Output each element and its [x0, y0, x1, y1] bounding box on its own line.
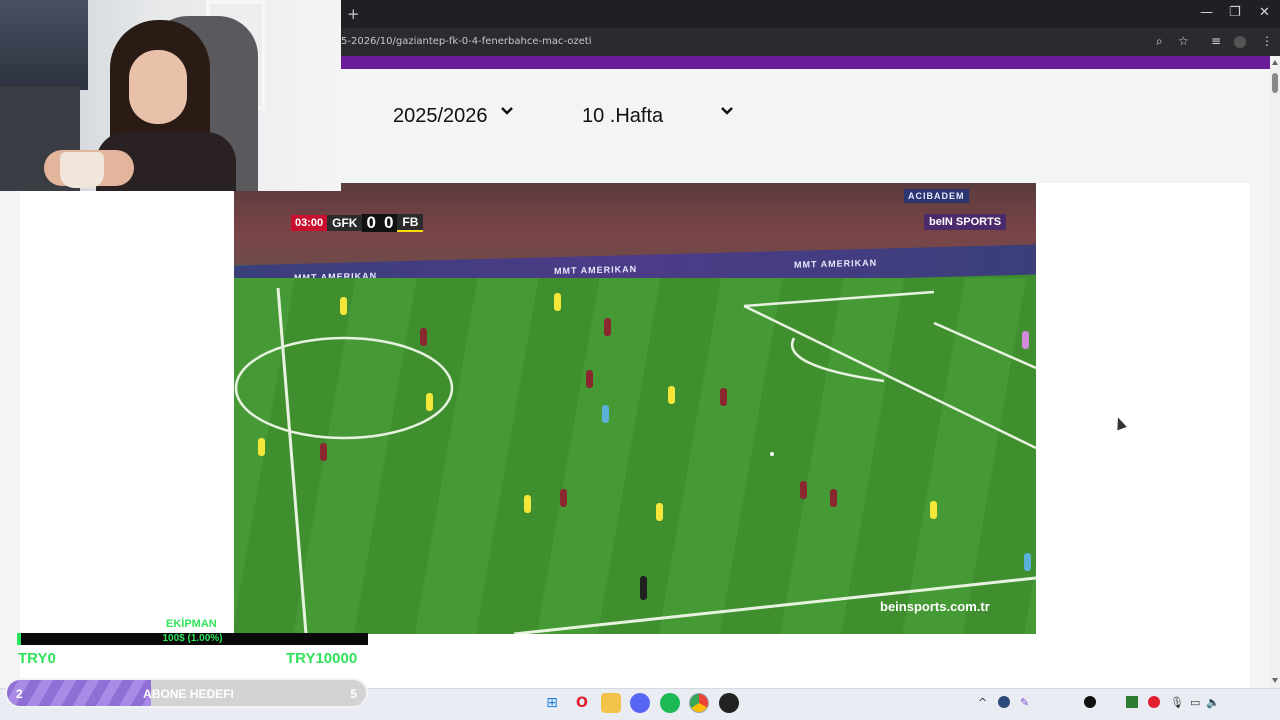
- scroll-down-arrow-icon[interactable]: [1272, 678, 1278, 683]
- player: [586, 370, 593, 388]
- file-explorer-icon[interactable]: [601, 693, 621, 713]
- match-highlight-video[interactable]: MMT AMERIKAN MMT AMERIKAN MMT AMERIKAN A…: [234, 183, 1036, 634]
- coffee-mug: [60, 152, 104, 188]
- streamer-face: [129, 50, 187, 124]
- player: [604, 318, 611, 336]
- chrome-icon[interactable]: [689, 693, 709, 713]
- player: [320, 443, 327, 461]
- player: [800, 481, 807, 499]
- ad-board-text: MMT AMERIKAN: [794, 257, 878, 270]
- player: [258, 438, 265, 456]
- subscriber-goal-target: 5: [350, 687, 357, 701]
- record-icon[interactable]: [1148, 696, 1160, 708]
- season-select[interactable]: 2025/2026: [393, 105, 488, 128]
- match-clock: 03:00: [291, 215, 328, 231]
- ad-board-text: MMT AMERIKAN: [554, 263, 638, 277]
- scroll-thumb[interactable]: [1272, 73, 1278, 93]
- zoom-icon[interactable]: ⌕: [1156, 34, 1163, 49]
- coach: [640, 576, 647, 600]
- broadcaster-url: beinsports.com.tr: [880, 599, 990, 614]
- week-select[interactable]: 10 .Hafta: [582, 105, 663, 128]
- player: [554, 293, 561, 311]
- ball: [770, 452, 774, 456]
- streamer-webcam: [0, 0, 341, 191]
- football-pitch: [234, 278, 1036, 634]
- away-team-label: FB: [397, 214, 424, 232]
- address-bar[interactable]: 5-2026/10/gaziantep-fk-0-4-fenerbahce-ma…: [341, 36, 591, 47]
- tray-app-icon[interactable]: [1084, 696, 1096, 708]
- minimize-button[interactable]: —: [1200, 5, 1213, 20]
- steam-icon[interactable]: [998, 696, 1010, 708]
- player: [830, 489, 837, 507]
- home-team-label: GFK: [327, 215, 363, 231]
- opera-icon[interactable]: O: [572, 693, 592, 713]
- equipment-goal-max: TRY10000: [286, 650, 358, 667]
- player: [524, 495, 531, 513]
- equipment-goal-progress: 100$ (1.00%): [162, 633, 223, 644]
- referee: [602, 405, 609, 423]
- player: [560, 489, 567, 507]
- equipment-goal-label: EKİPMAN: [166, 618, 217, 630]
- chevron-down-icon[interactable]: [720, 104, 734, 118]
- obs-icon[interactable]: [719, 693, 739, 713]
- home-score: 0: [362, 214, 380, 232]
- player: [420, 328, 427, 346]
- player: [656, 503, 663, 521]
- scoreboard: 03:00 GFK 0 0 FB: [291, 214, 424, 232]
- equipment-goal-min: TRY0: [18, 650, 56, 667]
- network-icon[interactable]: ▭: [1190, 696, 1200, 709]
- equipment-goal-bar: 100$ (1.00%): [17, 633, 368, 645]
- spotify-icon[interactable]: [660, 693, 680, 713]
- player: [668, 386, 675, 404]
- discord-icon[interactable]: [630, 693, 650, 713]
- subscriber-goal-bar: ABONE HEDEFI 2 5: [5, 678, 368, 708]
- tray-expand-icon[interactable]: ^: [978, 696, 987, 709]
- player: [340, 297, 347, 315]
- broadcaster-logo: beIN SPORTS: [924, 214, 1007, 230]
- subscriber-goal-title: ABONE HEDEFI: [143, 687, 234, 701]
- new-tab-button[interactable]: +: [347, 5, 360, 23]
- profile-avatar[interactable]: [1234, 36, 1246, 48]
- site-header-strip: [341, 56, 1280, 69]
- assistant-referee: [1024, 553, 1031, 571]
- nvidia-icon[interactable]: [1126, 696, 1138, 708]
- away-score: 0: [379, 214, 398, 232]
- page-scrollbar[interactable]: [1270, 56, 1280, 688]
- restore-button[interactable]: ❐: [1229, 5, 1241, 20]
- player: [426, 393, 433, 411]
- media-controls-icon[interactable]: ≡: [1211, 34, 1221, 48]
- goalkeeper: [1022, 331, 1029, 349]
- chevron-down-icon[interactable]: [500, 104, 514, 118]
- volume-icon[interactable]: 🔈: [1206, 696, 1220, 709]
- pitch-markings: [234, 287, 1036, 634]
- pen-icon[interactable]: ✎: [1020, 696, 1029, 709]
- close-window-button[interactable]: ✕: [1259, 5, 1270, 20]
- windows-icon[interactable]: ⊞: [542, 693, 562, 713]
- player: [720, 388, 727, 406]
- screen: + — ❐ ✕ 5-2026/10/gaziantep-fk-0-4-fener…: [0, 0, 1280, 720]
- stadium-sponsor-sign: ACIBADEM: [904, 189, 969, 203]
- player: [930, 501, 937, 519]
- subscriber-goal-current: 2: [16, 687, 23, 701]
- scroll-up-arrow-icon[interactable]: [1272, 60, 1278, 65]
- bookmark-star-icon[interactable]: ☆: [1178, 34, 1189, 48]
- browser-menu-icon[interactable]: ⋮: [1261, 34, 1273, 48]
- microphone-icon[interactable]: 🎙: [1170, 696, 1184, 709]
- webcam-curtain: [0, 0, 88, 90]
